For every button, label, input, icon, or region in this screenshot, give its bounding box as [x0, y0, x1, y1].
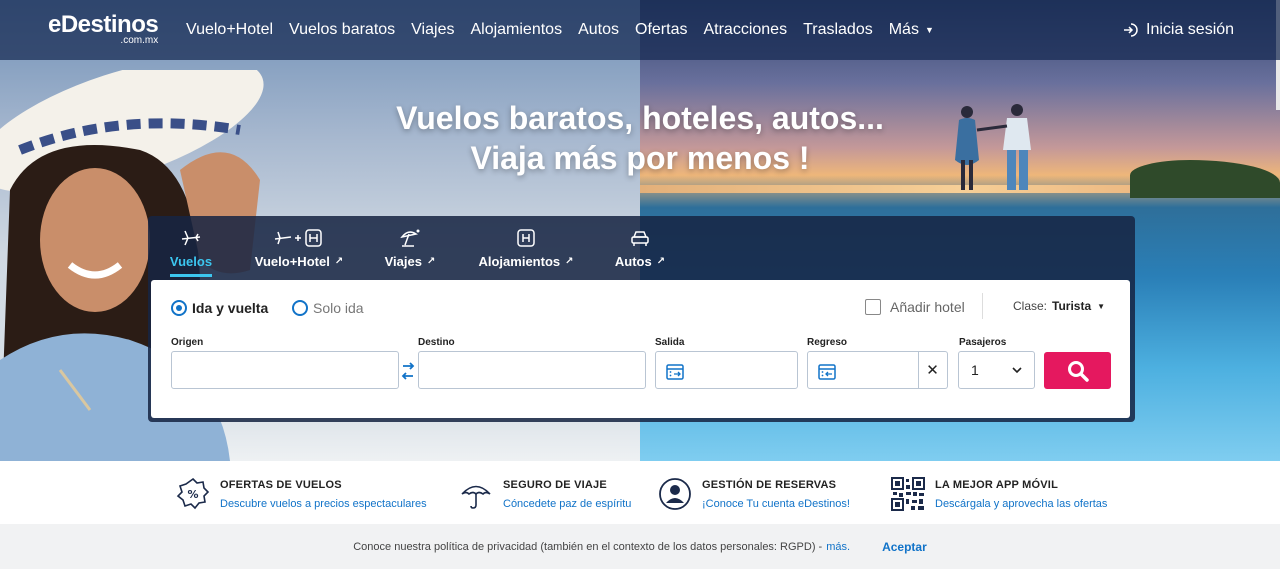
passengers-select[interactable]: 1	[958, 351, 1035, 389]
main-nav: Vuelo+Hotel Vuelos baratos Viajes Alojam…	[186, 0, 950, 60]
car-icon	[631, 231, 649, 246]
beach-umbrella-icon	[400, 229, 420, 247]
class-label: Clase:	[1013, 299, 1048, 313]
cookie-more-link[interactable]: más.	[826, 541, 850, 553]
external-link-icon: ↗	[334, 256, 344, 267]
headline-line-2: Viaja más por menos !	[470, 140, 810, 176]
top-header: eDestinos .com.mx Vuelo+Hotel Vuelos bar…	[0, 0, 1280, 60]
radio-one-way-dot	[292, 300, 308, 316]
tab-label: Viajes	[384, 254, 422, 269]
nav-viajes[interactable]: Viajes	[411, 21, 454, 39]
swap-icon[interactable]	[401, 360, 415, 382]
return-label: Regreso	[807, 337, 848, 348]
radio-round-trip-label: Ida y vuelta	[192, 300, 269, 316]
hero-headline: Vuelos baratos, hoteles, autos... Viaja …	[0, 98, 1280, 178]
cookie-banner: Conoce nuestra política de privacidad (t…	[0, 524, 1280, 569]
passengers-value: 1	[971, 362, 979, 378]
headline-line-1: Vuelos baratos, hoteles, autos...	[396, 100, 884, 136]
radio-one-way[interactable]: Solo ida	[292, 300, 364, 316]
departure-date-field[interactable]	[655, 351, 798, 389]
tab-vuelos[interactable]: Vuelos	[168, 226, 214, 277]
external-link-icon: ↗	[656, 256, 666, 267]
class-value: Turista	[1052, 299, 1092, 313]
chevron-down-icon	[1012, 367, 1022, 374]
svg-text:%: %	[187, 488, 198, 501]
feature-link[interactable]: Descárgala y aprovecha las ofertas	[935, 498, 1107, 510]
feature-title: OFERTAS DE VUELOS	[220, 479, 342, 491]
tab-autos[interactable]: Autos ↗	[612, 226, 668, 269]
user-circle-icon	[659, 478, 691, 510]
add-hotel-checkbox[interactable]: Añadir hotel	[865, 299, 965, 315]
destination-input[interactable]	[418, 351, 646, 389]
search-icon	[1067, 360, 1089, 382]
feature-travel-insurance[interactable]: SEGURO DE VIAJE Cóncedete paz de espírit…	[459, 477, 631, 511]
login-icon	[1124, 23, 1138, 37]
radio-round-trip[interactable]: Ida y vuelta	[171, 300, 268, 316]
feature-link[interactable]: ¡Conoce Tu cuenta eDestinos!	[702, 498, 850, 510]
cookie-text: Conoce nuestra política de privacidad (t…	[353, 540, 823, 553]
radio-round-trip-dot	[171, 300, 187, 316]
feature-title: LA MEJOR APP MÓVIL	[935, 479, 1058, 491]
divider	[982, 293, 983, 319]
edestinos-logo[interactable]: eDestinos .com.mx	[48, 11, 159, 47]
nav-autos[interactable]: Autos	[578, 21, 619, 39]
nav-alojamientos[interactable]: Alojamientos	[470, 21, 562, 39]
chevron-down-icon: ▼	[1097, 301, 1106, 311]
nav-mas-label: Más	[888, 21, 919, 38]
close-icon: ✕	[926, 362, 939, 379]
checkbox-box	[865, 299, 881, 315]
tab-label: Vuelos	[169, 254, 213, 269]
cookie-accept-button[interactable]: Aceptar	[882, 540, 927, 554]
add-hotel-label: Añadir hotel	[890, 299, 965, 315]
tab-vuelo-hotel[interactable]: Vuelo+Hotel ↗	[249, 226, 349, 269]
class-selector[interactable]: Clase: Turista ▼	[1013, 299, 1105, 313]
feature-title: SEGURO DE VIAJE	[503, 479, 607, 491]
percent-badge-icon: %	[176, 477, 210, 510]
feature-booking-management[interactable]: GESTIÓN DE RESERVAS ¡Conoce Tu cuenta eD…	[658, 477, 850, 511]
search-button[interactable]	[1044, 352, 1111, 389]
external-link-icon: ↗	[565, 256, 574, 267]
external-link-icon: ↗	[426, 256, 436, 267]
tab-label: Alojamientos	[478, 254, 561, 269]
tab-viajes[interactable]: Viajes ↗	[382, 226, 438, 269]
feature-flight-deals[interactable]: % OFERTAS DE VUELOS Descubre vuelos a pr…	[176, 477, 427, 511]
plane-icon	[181, 230, 201, 246]
umbrella-icon	[461, 485, 491, 509]
feature-link[interactable]: Cóncedete paz de espíritu	[503, 498, 631, 510]
search-tabs: Vuelos Vuelo+Hotel ↗ Viajes ↗ Alojamient…	[148, 216, 1135, 280]
calendar-return-icon	[818, 364, 836, 380]
hotel-icon	[517, 229, 535, 247]
search-panel: Vuelos Vuelo+Hotel ↗ Viajes ↗ Alojamient…	[148, 216, 1135, 422]
tab-alojamientos[interactable]: Alojamientos ↗	[473, 226, 579, 269]
plane-hotel-icon	[274, 229, 322, 247]
origin-input[interactable]	[171, 351, 399, 389]
qr-code-icon	[891, 477, 925, 511]
departure-label: Salida	[655, 337, 685, 348]
nav-traslados[interactable]: Traslados	[803, 21, 873, 39]
logo-sub-text: .com.mx	[120, 35, 159, 46]
tab-label: Vuelo+Hotel	[254, 254, 330, 269]
chevron-down-icon: ▼	[924, 25, 934, 35]
clear-return-button[interactable]: ✕	[918, 351, 948, 389]
feature-link[interactable]: Descubre vuelos a precios espectaculares	[220, 498, 427, 510]
destination-label: Destino	[418, 337, 455, 348]
origin-label: Origen	[171, 337, 204, 348]
nav-vuelo-hotel[interactable]: Vuelo+Hotel	[186, 21, 273, 39]
calendar-depart-icon	[666, 364, 684, 380]
login-button[interactable]: Inicia sesión	[1122, 0, 1234, 60]
login-label: Inicia sesión	[1146, 21, 1235, 38]
feature-mobile-app[interactable]: LA MEJOR APP MÓVIL Descárgala y aprovech…	[891, 477, 1107, 511]
logo-main-text: eDestinos	[48, 11, 159, 38]
tab-label: Autos	[614, 254, 652, 269]
nav-mas[interactable]: Más ▼	[889, 21, 934, 39]
passengers-label: Pasajeros	[959, 337, 1007, 348]
feature-title: GESTIÓN DE RESERVAS	[702, 479, 837, 491]
return-date-field[interactable]	[807, 351, 919, 389]
flight-search-form: Ida y vuelta Solo ida Añadir hotel Clase…	[151, 280, 1130, 418]
nav-ofertas[interactable]: Ofertas	[635, 21, 687, 39]
features-bar: % OFERTAS DE VUELOS Descubre vuelos a pr…	[0, 461, 1280, 524]
radio-one-way-label: Solo ida	[313, 300, 364, 316]
nav-vuelos-baratos[interactable]: Vuelos baratos	[289, 21, 395, 39]
nav-atracciones[interactable]: Atracciones	[703, 21, 787, 39]
